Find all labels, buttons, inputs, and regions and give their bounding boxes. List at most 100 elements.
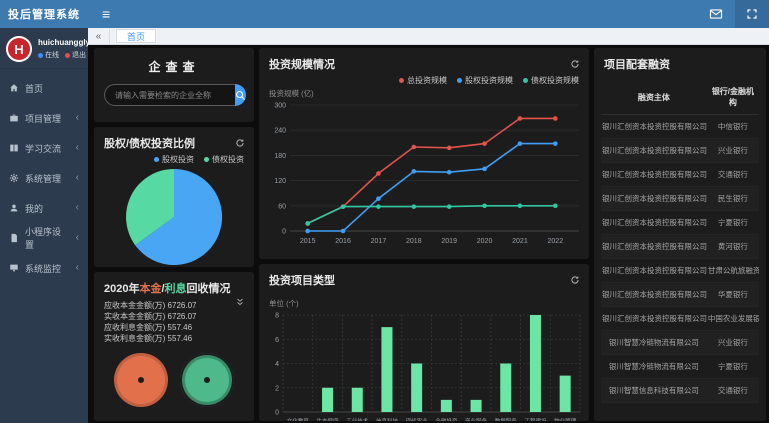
svg-text:工业技术: 工业技术 [346,417,369,421]
logout-dot-icon [65,53,70,58]
table-cell: 民生银行 [707,187,759,211]
mail-icon[interactable] [697,0,735,28]
table-row: 银川汇创资本投资控股有限公司黄河银行 [601,235,759,259]
refresh-icon[interactable] [570,272,580,290]
table-cell: 银川智慧冷链物流有限公司 [601,355,707,379]
svg-text:0: 0 [275,410,279,417]
svg-text:现代农业: 现代农业 [406,417,429,421]
interest-gauge [180,353,234,407]
sidebar: H huichuanggly 在线 退出 首页项目管理‹学习交流‹系统管理‹我的… [0,28,88,423]
svg-text:6: 6 [275,337,279,344]
pie-legend: 股权投资债权投资 [94,153,254,165]
data-point [305,221,310,226]
miniapp-icon [9,233,19,243]
table-cell: 中信银行 [707,115,759,139]
bar-chart: 02468文化教育生态健康工业技术信息科技现代农业金融投资商业服务数据服务工程建… [259,309,589,421]
search-input[interactable] [104,84,235,106]
table-row: 银川汇创资本投资控股有限公司兴业银行 [601,139,759,163]
sidebar-item-5[interactable]: 小程序设置 ‹ [0,223,88,253]
chevron-left-icon: ‹ [76,233,79,243]
sidebar-item-6[interactable]: 系统监控‹ [0,253,88,283]
sidebar-toggle-icon[interactable]: ≡ [102,7,110,21]
refresh-icon[interactable] [235,135,245,153]
svg-text:60: 60 [278,203,286,210]
user-panel: H huichuanggly 在线 退出 [0,28,88,69]
data-point [482,167,487,172]
project-icon [9,113,19,123]
svg-text:物业管理: 物业管理 [554,417,577,421]
sidebar-item-label: 系统管理 [25,172,61,185]
table-cell: 兴业银行 [707,331,759,355]
monitor-icon [9,263,19,273]
sidebar-item-2[interactable]: 学习交流‹ [0,133,88,163]
data-point [412,169,417,174]
svg-text:2017: 2017 [371,238,387,245]
legend-item[interactable]: 债权投资 [204,154,244,165]
recovery-panel-title: 2020年本金/利息回收情况 [94,272,254,298]
legend-item[interactable]: 总投资规模 [399,75,447,86]
line-series [308,144,556,231]
fullscreen-icon[interactable] [735,0,769,28]
legend-dot-icon [204,157,209,162]
search-panel-title: 企查查 [94,48,254,75]
table-cell: 银川汇创资本投资控股有限公司 [601,187,707,211]
legend-item[interactable]: 股权投资 [154,154,194,165]
refresh-icon[interactable] [570,56,580,74]
table-cell: 银川汇创资本投资控股有限公司 [601,163,707,187]
table-row: 银川汇创资本投资控股有限公司中信银行 [601,115,759,139]
svg-text:120: 120 [274,178,286,185]
financing-table: 融资主体 银行/金融机构 银川汇创资本投资控股有限公司中信银行银川汇创资本投资控… [601,80,759,403]
table-row: 银川汇创资本投资控股有限公司华夏银行 [601,283,759,307]
bar [381,327,392,412]
svg-text:0: 0 [282,229,286,236]
chevron-left-icon: ‹ [76,143,79,153]
legend-dot-icon [457,78,462,83]
sidebar-item-0[interactable]: 首页 [0,73,88,103]
logout-link[interactable]: 退出 [65,50,86,60]
recovery-line: 应收本金金额(万) 6726.07 [104,300,244,311]
sidebar-item-label: 我的 [25,202,43,215]
table-cell: 银川汇创资本投资控股有限公司 [601,211,707,235]
bar [411,364,422,413]
tabs-collapse-icon[interactable]: « [88,28,110,44]
enterprise-search-panel: 企查查 [94,48,254,122]
svg-text:2019: 2019 [441,238,457,245]
tab-home[interactable]: 首页 [116,29,156,43]
legend-item[interactable]: 股权投资规模 [457,75,513,86]
data-point [482,141,487,146]
svg-text:生态健康: 生态健康 [317,417,340,421]
table-cell: 银川汇创资本投资控股有限公司 [601,307,707,331]
svg-text:文化教育: 文化教育 [287,417,310,421]
home-icon [9,83,19,93]
data-point [518,204,523,209]
table-row: 银川汇创资本投资控股有限公司交通银行 [601,163,759,187]
sidebar-item-4[interactable]: 我的‹ [0,193,88,223]
svg-text:240: 240 [274,128,286,135]
data-point [305,229,310,234]
column-header: 银行/金融机构 [707,80,759,115]
search-button[interactable] [235,84,246,106]
table-cell: 兴业银行 [707,139,759,163]
sidebar-item-label: 小程序设置 [25,225,70,251]
table-cell: 银川汇创资本投资控股有限公司 [601,115,707,139]
data-point [412,204,417,209]
recovery-line: 实收利息金额(万) 557.46 [104,333,244,344]
data-point [518,116,523,121]
chevron-double-down-icon[interactable] [235,294,245,312]
svg-text:180: 180 [274,153,286,160]
sidebar-item-3[interactable]: 系统管理‹ [0,163,88,193]
bar [322,388,333,412]
table-row: 银川智慧冷链物流有限公司宁夏银行 [601,355,759,379]
data-point [341,204,346,209]
table-cell: 银川汇创资本投资控股有限公司 [601,139,707,163]
sidebar-item-1[interactable]: 项目管理‹ [0,103,88,133]
line-panel-title: 投资规模情况 [259,48,589,74]
legend-dot-icon [154,157,159,162]
bar [530,315,541,412]
line-y-axis-label: 投资规模 (亿) [259,86,589,99]
table-row: 银川智慧信息科技有限公司交通银行 [601,379,759,403]
tab-bar: « 首页 [88,28,769,45]
data-point [341,229,346,234]
legend-item[interactable]: 债权投资规模 [523,75,579,86]
dashboard: 企查查 股权/债权投资比例 股权投资债权投资 2020年本金/利息回收情况 [88,45,769,423]
